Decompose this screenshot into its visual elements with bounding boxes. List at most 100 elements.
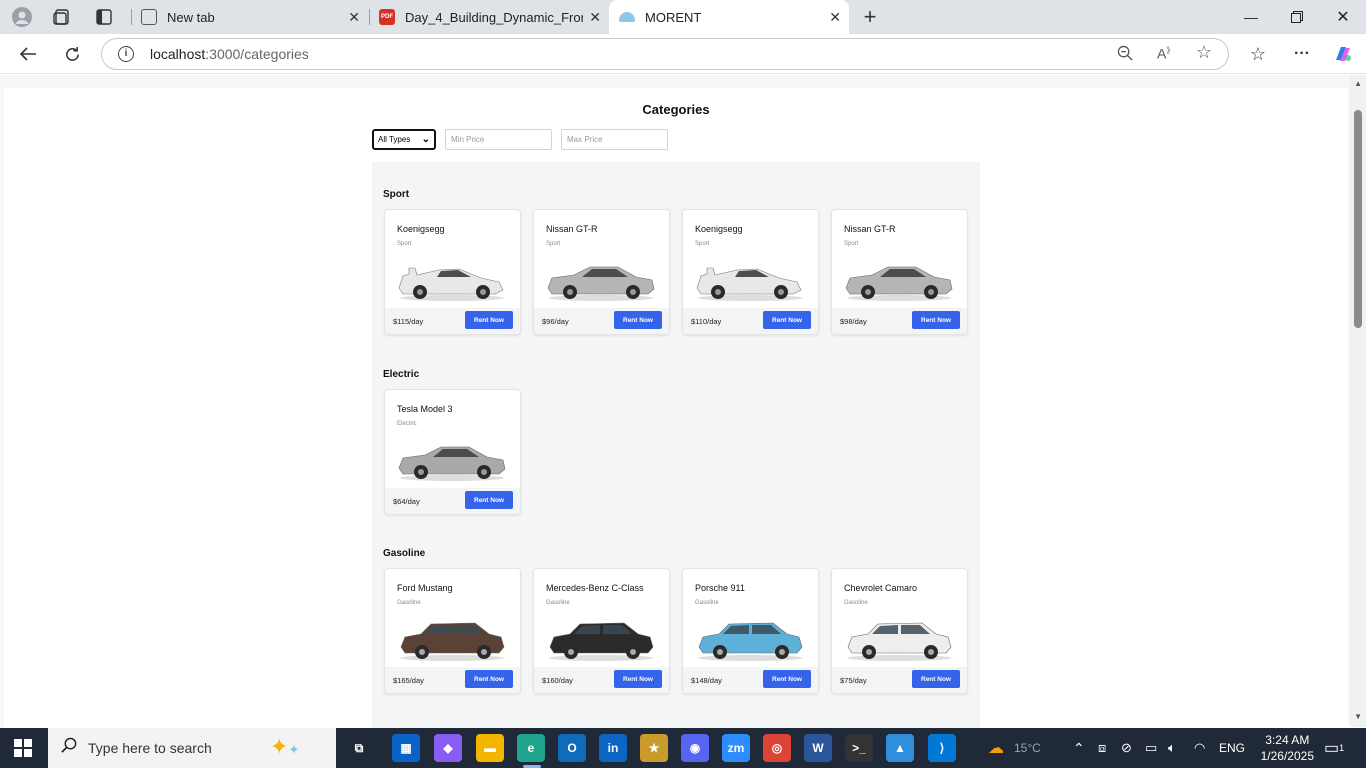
card-footer: $165/day Rent Now [385, 667, 520, 693]
card-footer: $75/day Rent Now [832, 667, 967, 693]
tab-morent[interactable]: MORENT ✕ [609, 0, 849, 34]
car-name: Koenigsegg [695, 224, 743, 234]
minimize-icon[interactable]: — [1228, 0, 1274, 34]
store-icon[interactable]: ▦ [392, 734, 420, 762]
scrollbar-thumb[interactable] [1354, 110, 1362, 328]
rent-now-button[interactable]: Rent Now [614, 670, 662, 688]
rent-now-button[interactable]: Rent Now [763, 670, 811, 688]
vscode-icon[interactable]: ⟩ [928, 734, 956, 762]
tab-title: New tab [167, 9, 215, 25]
taskbar-search[interactable]: Type here to search ✦✦ [48, 728, 336, 768]
section-title-sport: Sport [383, 189, 410, 200]
type-select[interactable]: All Types ⌄ [372, 129, 436, 150]
car-image [693, 258, 808, 303]
close-tab-icon[interactable]: ✕ [829, 9, 841, 26]
zoom-icon[interactable] [1117, 45, 1134, 66]
tab-pdf-document[interactable]: PDF Day_4_Building_Dynamic_Fronten ✕ [369, 0, 609, 34]
network-alert-icon[interactable]: ⊘ [1121, 728, 1132, 768]
close-window-icon[interactable]: ✕ [1320, 0, 1366, 34]
car-card[interactable]: Koenigsegg Sport $110/day Rent Now [682, 209, 819, 335]
taskbar: Type here to search ✦✦ ⧉ ▦ ◆ ▬ e Oin ★ ◉ zm ◎ W >_ ▲… [0, 728, 1366, 768]
car-image [395, 617, 510, 662]
copilot-icon[interactable] [1331, 42, 1355, 66]
more-icon[interactable]: ··· [1290, 42, 1314, 66]
medal-icon[interactable]: ★ [640, 734, 668, 762]
battery-icon[interactable]: ▭ [1145, 728, 1157, 768]
car-image [544, 617, 659, 662]
car-card[interactable]: Ford Mustang Gasoline $165/day Rent Now [384, 568, 521, 694]
restore-icon[interactable] [1274, 0, 1320, 34]
notifications-icon[interactable]: ▭ 1 [1324, 728, 1344, 768]
tab-actions-icon[interactable] [92, 6, 116, 28]
weather-widget[interactable]: ☁ 15°C [988, 728, 1041, 768]
page-content: Categories All Types ⌄ Min Price Max Pri… [4, 88, 1348, 742]
chrome-icon[interactable]: ◎ [763, 734, 791, 762]
volume-icon[interactable]: 🔈︎ [1168, 728, 1176, 768]
car-card[interactable]: Tesla Model 3 Electric $64/day Rent Now [384, 389, 521, 515]
car-card[interactable]: Porsche 911 Gasoline $148/day Rent Now [682, 568, 819, 694]
favorite-star-icon[interactable]: ☆ [1196, 42, 1212, 63]
car-card[interactable]: Mercedes-Benz C-Class Gasoline $160/day Ren… [533, 568, 670, 694]
rent-now-button[interactable]: Rent Now [912, 311, 960, 329]
outlook-icon[interactable]: O [558, 734, 586, 762]
close-tab-icon[interactable]: ✕ [348, 9, 360, 26]
new-tab-icon[interactable]: + [858, 4, 882, 29]
car-card[interactable]: Koenigsegg Sport $115/day Rent Now [384, 209, 521, 335]
car-name: Ford Mustang [397, 583, 453, 593]
close-tab-icon[interactable]: ✕ [589, 9, 601, 26]
discord-icon[interactable]: ◉ [681, 734, 709, 762]
favorites-icon[interactable]: ☆ [1246, 42, 1270, 66]
clock[interactable]: 3:24 AM 1/26/2025 [1261, 732, 1314, 764]
meet-now-icon[interactable]: ⧈ [1098, 728, 1106, 768]
card-footer: $64/day Rent Now [385, 488, 520, 514]
car-card[interactable]: Nissan GT-R Sport $96/day Rent Now [533, 209, 670, 335]
car-name: Chevrolet Camaro [844, 583, 918, 593]
rent-now-button[interactable]: Rent Now [465, 311, 513, 329]
car-price: $165/day [393, 676, 424, 685]
weather-icon: ☁ [988, 740, 1004, 757]
windows-start-icon[interactable] [14, 739, 32, 762]
rent-now-button[interactable]: Rent Now [912, 670, 960, 688]
card-footer: $110/day Rent Now [683, 308, 818, 334]
edge-icon[interactable]: e [517, 734, 545, 762]
min-price-input[interactable]: Min Price [445, 129, 552, 150]
terminal-icon[interactable]: >_ [845, 734, 873, 762]
car-category: Gasoline [546, 600, 570, 606]
wifi-icon[interactable]: ◠ [1194, 728, 1205, 768]
car-category: Gasoline [695, 600, 719, 606]
clock-date: 1/26/2025 [1260, 749, 1314, 763]
zoom-icon[interactable]: zm [722, 734, 750, 762]
site-info-icon[interactable]: i [118, 46, 134, 62]
type-select-value: All Types [378, 135, 411, 144]
search-highlight-icon: ✦✦ [270, 734, 300, 759]
photos-icon[interactable]: ▲ [886, 734, 914, 762]
show-hidden-icons-icon[interactable]: ⌃ [1073, 728, 1085, 768]
url-field[interactable]: i localhost:3000/categories A》 ☆ [101, 38, 1229, 70]
scroll-down-icon[interactable]: ▼ [1354, 712, 1362, 721]
max-price-input[interactable]: Max Price [561, 129, 668, 150]
new-tab-page-icon [141, 9, 157, 25]
section-title-gasoline: Gasoline [383, 548, 426, 559]
task-view-icon[interactable]: ⧉ [345, 734, 373, 762]
car-category: Electric [397, 421, 417, 427]
car-name: Tesla Model 3 [397, 404, 453, 414]
tab-new-tab[interactable]: New tab ✕ [131, 0, 368, 34]
rent-now-button[interactable]: Rent Now [465, 670, 513, 688]
language-indicator[interactable]: ENG [1219, 728, 1245, 768]
profile-icon[interactable] [10, 6, 34, 28]
refresh-icon[interactable] [60, 42, 84, 66]
car-card[interactable]: Chevrolet Camaro Gasoline $75/day Rent Now [831, 568, 968, 694]
word-icon[interactable]: W [804, 734, 832, 762]
copilot-icon[interactable]: ◆ [434, 734, 462, 762]
rent-now-button[interactable]: Rent Now [763, 311, 811, 329]
car-card[interactable]: Nissan GT-R Sport $98/day Rent Now [831, 209, 968, 335]
rent-now-button[interactable]: Rent Now [465, 491, 513, 509]
weather-temp: 15°C [1014, 741, 1041, 755]
workspaces-icon[interactable] [50, 6, 74, 28]
read-aloud-icon[interactable]: A》 [1157, 45, 1174, 62]
linkedin-icon[interactable]: in [599, 734, 627, 762]
rent-now-button[interactable]: Rent Now [614, 311, 662, 329]
scroll-up-icon[interactable]: ▲ [1354, 79, 1362, 88]
back-icon[interactable] [16, 42, 40, 66]
file-explorer-icon[interactable]: ▬ [476, 734, 504, 762]
